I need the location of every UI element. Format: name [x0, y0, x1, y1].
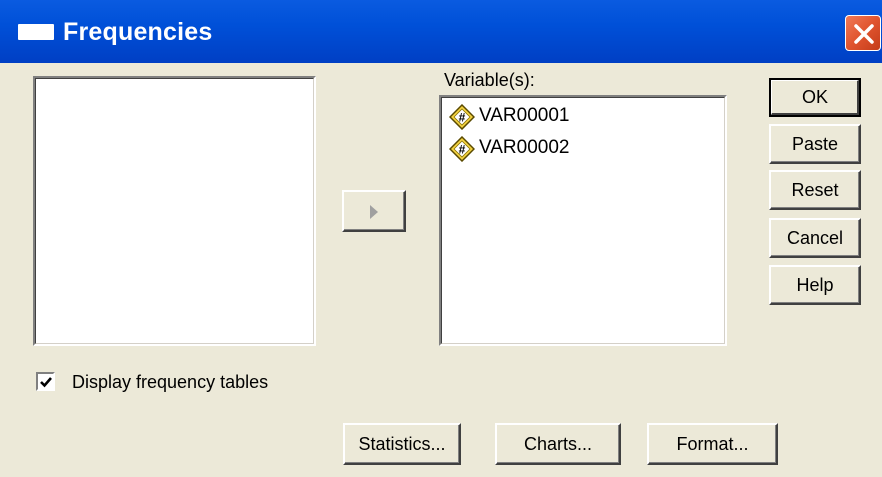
statistics-button[interactable]: Statistics...: [343, 423, 461, 465]
paste-button[interactable]: Paste: [769, 124, 861, 164]
reset-button-label: Reset: [791, 180, 839, 200]
display-frequency-tables-label[interactable]: Display frequency tables: [72, 371, 268, 393]
frequencies-dialog: Frequencies Variable(s): # VAR00001 # VA…: [0, 0, 882, 477]
cancel-button-label: Cancel: [786, 228, 844, 248]
window-title: Frequencies: [63, 18, 213, 46]
help-button[interactable]: Help: [769, 265, 861, 305]
ok-button[interactable]: OK: [769, 78, 861, 117]
close-icon: [854, 24, 874, 44]
target-variable-list[interactable]: # VAR00001 # VAR00002: [439, 95, 727, 346]
numeric-variable-icon: #: [449, 136, 475, 162]
window-icon: [18, 24, 54, 40]
close-button[interactable]: [845, 15, 881, 51]
move-variable-button[interactable]: [342, 190, 406, 232]
charts-button-label: Charts...: [523, 434, 593, 454]
numeric-variable-icon: #: [449, 104, 475, 130]
variables-label: Variable(s):: [444, 70, 535, 90]
ok-button-label: OK: [801, 87, 828, 107]
statistics-button-label: Statistics...: [358, 434, 446, 454]
paste-button-label: Paste: [791, 134, 839, 154]
format-button[interactable]: Format...: [647, 423, 778, 465]
cancel-button[interactable]: Cancel: [769, 218, 861, 258]
display-frequency-tables-checkbox[interactable]: [36, 372, 55, 391]
variable-name: VAR00002: [479, 137, 570, 158]
title-bar[interactable]: Frequencies: [0, 0, 882, 63]
help-button-label: Help: [796, 275, 834, 295]
charts-button[interactable]: Charts...: [495, 423, 621, 465]
right-arrow-icon: [370, 205, 378, 219]
variable-name: VAR00001: [479, 105, 570, 126]
format-button-label: Format...: [676, 434, 749, 454]
source-variable-list[interactable]: [33, 76, 316, 346]
reset-button[interactable]: Reset: [769, 170, 861, 210]
svg-text:#: #: [459, 143, 466, 157]
svg-text:#: #: [459, 111, 466, 125]
checkmark-icon: [40, 377, 52, 388]
